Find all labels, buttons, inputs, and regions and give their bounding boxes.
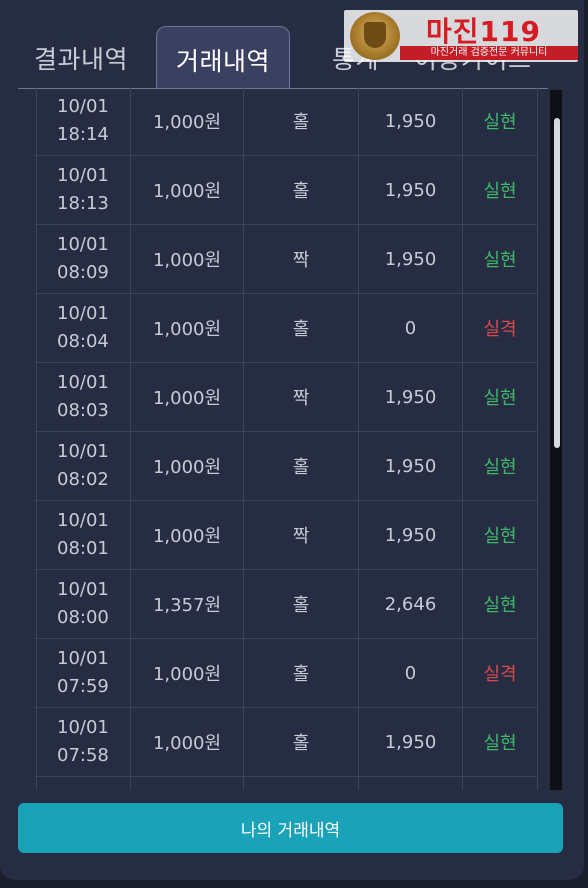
history-panel: 결과내역 거래내역 통계 이용가이드 마진119 마진거래 검증전문 커뮤니티 …	[0, 0, 584, 880]
row-amount: 1,000원	[130, 639, 243, 707]
row-pick: 짝	[243, 501, 358, 569]
row-time: 08:04	[57, 331, 109, 352]
trade-history-table[interactable]: 10/01 18:14 1,000원 홀 1,950 실현 10/01 18:13 1,000원…	[36, 88, 538, 790]
row-pick: 짝	[243, 225, 358, 293]
row-payout: 1,950	[358, 225, 462, 293]
row-payout: 1,950	[358, 363, 462, 431]
watermark-subtitle-bar: 마진거래 검증전문 커뮤니티	[400, 46, 578, 60]
row-date: 10/01	[57, 165, 109, 186]
scrollbar-thumb[interactable]	[554, 118, 560, 448]
table-row: 10/01 08:02 1,000원 홀 1,950 실현	[36, 432, 538, 501]
row-amount: 1,000원	[130, 294, 243, 362]
row-result: 실격	[462, 639, 538, 707]
row-datetime: 10/01 07:59	[36, 639, 130, 707]
row-amount: 1,000원	[130, 225, 243, 293]
row-result: 실현	[462, 501, 538, 569]
row-payout: 1,950	[358, 88, 462, 155]
row-date: 10/01	[57, 441, 109, 462]
table-row: 10/01 08:01 1,000원 짝 1,950 실현	[36, 501, 538, 570]
table-row: 10/01 08:00 1,357원 홀 2,646 실현	[36, 570, 538, 639]
row-pick: 짝	[243, 363, 358, 431]
row-datetime: 10/01 08:09	[36, 225, 130, 293]
row-result: 실현	[462, 708, 538, 776]
row-time: 18:14	[57, 124, 109, 145]
row-amount: 1,000원	[130, 432, 243, 500]
row-time: 08:09	[57, 262, 109, 283]
row-pick: 홀	[243, 88, 358, 155]
table-row: 10/01 08:04 1,000원 홀 0 실격	[36, 294, 538, 363]
row-result	[462, 777, 538, 790]
tab-trade-history[interactable]: 거래내역	[156, 26, 290, 88]
row-result: 실현	[462, 363, 538, 431]
row-payout: 1,950	[358, 432, 462, 500]
row-time: 07:58	[57, 745, 109, 766]
row-date: 10/01	[57, 96, 109, 117]
row-payout: 0	[358, 639, 462, 707]
row-datetime: 09/30	[36, 777, 130, 790]
table-row: 10/01 08:03 1,000원 짝 1,950 실현	[36, 363, 538, 432]
row-pick: 홀	[243, 432, 358, 500]
row-payout: 1,950	[358, 708, 462, 776]
row-date: 10/01	[57, 510, 109, 531]
scrollbar-track[interactable]	[550, 90, 562, 790]
table-row: 10/01 18:13 1,000원 홀 1,950 실현	[36, 156, 538, 225]
row-amount: 1,000원	[130, 708, 243, 776]
table-row: 10/01 08:09 1,000원 짝 1,950 실현	[36, 225, 538, 294]
row-datetime: 10/01 07:58	[36, 708, 130, 776]
row-date: 10/01	[57, 579, 109, 600]
row-result: 실격	[462, 294, 538, 362]
row-datetime: 10/01 08:00	[36, 570, 130, 638]
table-row: 09/30	[36, 777, 538, 790]
row-time: 07:59	[57, 676, 109, 697]
watermark-subtitle: 마진거래 검증전문 커뮤니티	[430, 47, 548, 58]
row-time: 08:02	[57, 469, 109, 490]
row-datetime: 10/01 08:04	[36, 294, 130, 362]
row-datetime: 10/01 18:13	[36, 156, 130, 224]
row-datetime: 10/01 08:01	[36, 501, 130, 569]
watermark-overlay: 마진119 마진거래 검증전문 커뮤니티	[344, 10, 578, 62]
row-payout: 1,950	[358, 501, 462, 569]
row-pick: 홀	[243, 708, 358, 776]
row-pick: 홀	[243, 570, 358, 638]
row-payout: 0	[358, 294, 462, 362]
row-datetime: 10/01 08:02	[36, 432, 130, 500]
row-payout: 1,950	[358, 156, 462, 224]
row-date: 10/01	[57, 717, 109, 738]
row-date: 10/01	[57, 372, 109, 393]
row-amount: 1,000원	[130, 501, 243, 569]
row-result: 실현	[462, 432, 538, 500]
row-payout	[358, 777, 462, 790]
row-time: 08:01	[57, 538, 109, 559]
watermark-title: 마진119	[426, 15, 541, 48]
row-amount: 1,000원	[130, 88, 243, 155]
table-row: 10/01 18:14 1,000원 홀 1,950 실현	[36, 88, 538, 156]
row-result: 실현	[462, 156, 538, 224]
row-result: 실현	[462, 570, 538, 638]
row-amount: 1,000원	[130, 363, 243, 431]
table-row: 10/01 07:58 1,000원 홀 1,950 실현	[36, 708, 538, 777]
tab-results[interactable]: 결과내역	[34, 40, 128, 76]
row-date: 10/01	[57, 648, 109, 669]
row-pick: 홀	[243, 156, 358, 224]
table-row: 10/01 07:59 1,000원 홀 0 실격	[36, 639, 538, 708]
row-result: 실현	[462, 225, 538, 293]
police-emblem-icon	[350, 12, 400, 60]
row-datetime: 10/01 18:14	[36, 88, 130, 155]
row-amount: 1,357원	[130, 570, 243, 638]
row-datetime: 10/01 08:03	[36, 363, 130, 431]
row-amount	[130, 777, 243, 790]
row-result: 실현	[462, 88, 538, 155]
row-pick: 홀	[243, 639, 358, 707]
row-date: 10/01	[57, 234, 109, 255]
row-pick	[243, 777, 358, 790]
row-amount: 1,000원	[130, 156, 243, 224]
row-payout: 2,646	[358, 570, 462, 638]
row-time: 18:13	[57, 193, 109, 214]
row-time: 08:00	[57, 607, 109, 628]
row-pick: 홀	[243, 294, 358, 362]
my-trade-history-button[interactable]: 나의 거래내역	[18, 803, 563, 853]
row-date: 10/01	[57, 303, 109, 324]
row-time: 08:03	[57, 400, 109, 421]
